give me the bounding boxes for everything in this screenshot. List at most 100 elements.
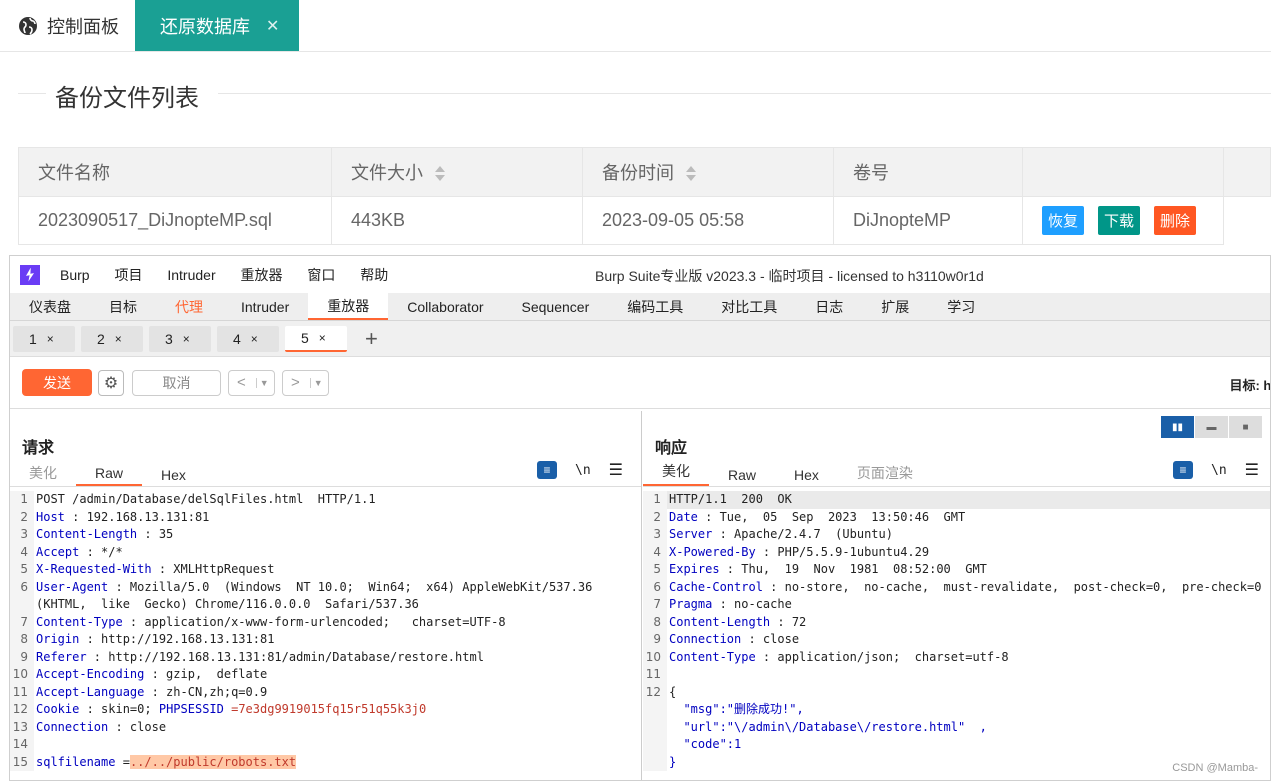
newline-icon[interactable]: \n [1211,463,1227,478]
download-button[interactable]: 下载 [1098,206,1141,235]
code-line: 14 [10,736,641,754]
close-icon[interactable]: × [115,332,122,346]
line-content: Expires : Thu, 19 Nov 1981 08:52:00 GMT [669,562,987,576]
single-pane-icon[interactable]: ■ [1229,416,1262,438]
tab-logger[interactable]: 日志 [796,293,862,320]
cancel-button[interactable]: 取消 [132,369,221,396]
tab-pretty[interactable]: 美化 [10,463,76,486]
line-number: 8 [10,631,34,649]
line-content: POST /admin/Database/delSqlFiles.html HT… [36,492,376,506]
line-content: Connection : close [669,632,800,646]
sort-icon[interactable] [435,166,445,182]
code-line: 1 HTTP/1.1 200 OK [643,491,1270,509]
line-number: 6 [643,578,667,596]
response-editor[interactable]: 1 HTTP/1.1 200 OK 2 Date : Tue, 05 Sep 2023… [643,491,1270,771]
menu-intruder[interactable]: Intruder [167,267,215,283]
col-header-filesize[interactable]: 文件大小 [331,147,583,197]
line-content: Content-Type : application/x-www-form-ur… [36,614,506,629]
tab-hex[interactable]: Hex [142,467,205,486]
repeater-tab-2[interactable]: 2 × [81,325,143,352]
code-line: 10 Accept-Encoding : gzip, deflate [10,666,641,684]
close-icon[interactable]: × [47,332,54,346]
chevron-down-icon[interactable]: ▼ [309,377,323,388]
line-content: (KHTML, like Gecko) Chrome/116.0.0.0 Saf… [36,597,419,611]
selected-payload[interactable]: ../../public/robots.txt [129,754,297,769]
burp-logo-icon [20,264,40,285]
tab-intruder[interactable]: Intruder [222,293,308,320]
code-line: 2 Host : 192.168.13.131:81 [10,508,641,526]
tab-hex[interactable]: Hex [775,467,838,486]
tab-raw[interactable]: Raw [709,467,775,486]
tab-control-panel[interactable]: 控制面板 [0,0,135,51]
menu-project[interactable]: 项目 [114,267,142,283]
forward-button[interactable]: > ▼ [282,369,329,396]
gear-icon[interactable]: ⚙ [98,369,124,396]
tab-target[interactable]: 目标 [90,293,156,320]
hamburger-menu-icon[interactable]: ☰ [1245,460,1259,480]
line-number: 10 [643,648,667,666]
close-icon[interactable]: ✕ [266,16,279,36]
line-number: 13 [10,718,34,736]
chevron-down-icon[interactable]: ▼ [255,377,269,388]
cell-filename: 2023090517_DiJnopteMP.sql [18,196,332,245]
repeater-tab-1[interactable]: 1 × [13,325,75,352]
tab-decoder[interactable]: 编码工具 [608,293,702,320]
tab-learn[interactable]: 学习 [928,293,994,320]
line-number: 5 [10,561,34,579]
menu-repeater[interactable]: 重放器 [241,267,283,283]
tab-extensions[interactable]: 扩展 [862,293,928,320]
line-content: Connection : close [36,719,167,734]
code-line: "code":1 [643,736,1270,754]
line-number: 4 [10,543,34,561]
tab-sequencer[interactable]: Sequencer [503,293,609,320]
wrap-lines-icon[interactable]: ≡ [1173,461,1193,479]
menu-burp[interactable]: Burp [60,267,90,283]
newline-icon[interactable]: \n [575,463,591,478]
code-line: 9 Referer : http://192.168.13.131:81/admi… [10,648,641,666]
line-content: Cache-Control : no-store, no-cache, must… [669,579,1262,594]
hamburger-menu-icon[interactable]: ☰ [609,460,623,480]
tab-dashboard[interactable]: 仪表盘 [10,293,90,320]
tab-pretty[interactable]: 美化 [643,461,709,486]
line-content: Date : Tue, 05 Sep 2023 13:50:46 GMT [669,509,966,524]
split-vertical-icon[interactable]: ▬ [1195,416,1228,438]
delete-button[interactable]: 删除 [1154,206,1197,235]
col-header-backup-time[interactable]: 备份时间 [582,147,834,197]
target-label[interactable]: 目标: htt [1229,375,1270,394]
close-icon[interactable]: × [319,331,326,345]
code-line: 8 Content-Length : 72 [643,613,1270,631]
back-button[interactable]: < ▼ [228,369,275,396]
tab-proxy[interactable]: 代理 [156,293,222,320]
send-button[interactable]: 发送 [22,369,92,396]
line-content: HTTP/1.1 200 OK [669,492,792,506]
code-line: "url":"\/admin\/Database\/restore.html" … [643,718,1270,736]
line-number [643,718,667,736]
repeater-tab-3[interactable]: 3 × [149,325,211,352]
tab-comparer[interactable]: 对比工具 [702,293,796,320]
tab-restore-database[interactable]: 还原数据库 ✕ [135,0,299,51]
repeater-tab-4[interactable]: 4 × [217,325,279,352]
close-icon[interactable]: × [183,332,190,346]
close-icon[interactable]: × [251,332,258,346]
menu-help[interactable]: 帮助 [360,267,388,283]
line-number: 11 [10,683,34,701]
restore-button[interactable]: 恢复 [1042,206,1085,235]
code-line: 3 Server : Apache/2.4.7 (Ubuntu) [643,526,1270,544]
split-horizontal-icon[interactable]: ▮▮ [1161,416,1194,438]
add-tab-icon[interactable]: + [365,326,378,352]
line-content: Origin : http://192.168.13.131:81 [36,632,275,646]
watermark: CSDN @Mamba- [1172,762,1258,774]
repeater-tab-5[interactable]: 5 × [285,325,347,352]
menu-window[interactable]: 窗口 [307,267,335,283]
wrap-lines-icon[interactable]: ≡ [537,461,557,479]
tab-render[interactable]: 页面渲染 [838,463,932,486]
tab-raw[interactable]: Raw [76,465,143,486]
tab-repeater[interactable]: 重放器 [308,293,389,320]
response-pane: ▮▮ ▬ ■ 响应 美化 Raw Hex 页面渲染 ≡ \n ☰ 1 HTTP/1… [643,411,1270,780]
tab-collaborator[interactable]: Collaborator [388,293,502,320]
line-number: 6 [10,578,34,596]
request-editor[interactable]: 1 POST /admin/Database/delSqlFiles.html H… [10,491,641,771]
sort-icon[interactable] [686,166,696,182]
divider [18,93,46,94]
line-content: "msg":"删除成功!", [669,702,804,716]
